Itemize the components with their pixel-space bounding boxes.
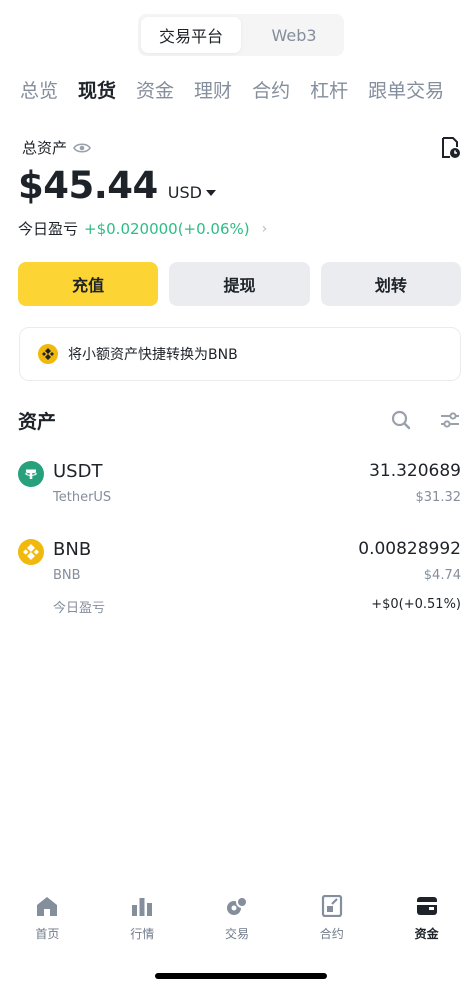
total-assets-label: 总资产 xyxy=(22,137,91,158)
currency-selector[interactable]: USD xyxy=(168,183,216,202)
tab-copy-trading[interactable]: 跟单交易 xyxy=(368,76,444,106)
asset-usd-value: $4.74 xyxy=(423,568,461,583)
promo-text: 将小额资产快捷转换为BNB xyxy=(68,347,238,363)
asset-amount: 31.320689 xyxy=(369,461,461,481)
tab-spot[interactable]: 现货 xyxy=(78,76,116,106)
segment-web3[interactable]: Web3 xyxy=(244,14,344,56)
markets-icon xyxy=(132,898,153,916)
asset-pnl-label: 今日盈亏 xyxy=(53,601,106,616)
asset-usd-value: $31.32 xyxy=(415,490,462,505)
asset-name: BNB xyxy=(53,568,81,583)
tab-margin[interactable]: 杠杆 xyxy=(310,76,348,106)
action-buttons: 充值 提现 划转 xyxy=(18,262,461,306)
assets-title: 资产 xyxy=(18,411,57,433)
total-balance: $45.44 xyxy=(18,164,158,207)
asset-row-bnb[interactable]: BNB BNB 0.00828992 $4.74 今日盈亏 +$0(+0.51%… xyxy=(18,539,461,619)
home-icon xyxy=(37,897,58,916)
pnl-label: 今日盈亏 xyxy=(18,220,79,238)
wallet-tabs: 总览 现货 资金 理财 合约 杠杆 跟单交易 xyxy=(20,76,474,106)
today-pnl-row[interactable]: 今日盈亏 +$0.020000(+0.06%) › xyxy=(18,218,267,239)
chevron-right-icon: › xyxy=(261,220,268,237)
report-icon[interactable] xyxy=(441,137,461,159)
balance-row: $45.44 USD xyxy=(18,164,216,207)
deposit-button[interactable]: 充值 xyxy=(18,262,159,306)
home-indicator[interactable] xyxy=(155,973,327,979)
total-assets-text: 总资产 xyxy=(22,139,68,157)
withdraw-button[interactable]: 提现 xyxy=(169,262,310,306)
asset-amount: 0.00828992 xyxy=(358,539,461,559)
asset-name: TetherUS xyxy=(53,490,112,505)
convert-small-assets-banner[interactable]: 将小额资产快捷转换为BNB xyxy=(19,327,461,381)
tab-futures[interactable]: 合约 xyxy=(252,76,290,106)
platform-switch: 交易平台 Web3 xyxy=(138,14,344,56)
nav-home-label: 首页 xyxy=(35,927,60,941)
trade-icon xyxy=(226,896,248,915)
nav-futures[interactable]: 合约 xyxy=(284,895,379,955)
nav-trade[interactable]: 交易 xyxy=(190,895,285,955)
nav-trade-label: 交易 xyxy=(224,927,249,941)
currency-label: USD xyxy=(167,183,202,202)
nav-wallet[interactable]: 资金 xyxy=(379,895,474,955)
bottom-nav: 首页 行情 交易 合约 资金 xyxy=(0,895,474,955)
tab-overview[interactable]: 总览 xyxy=(20,76,58,106)
asset-row-usdt[interactable]: USDT TetherUS 31.320689 $31.32 xyxy=(18,461,461,511)
asset-symbol: BNB xyxy=(53,539,92,560)
nav-wallet-label: 资金 xyxy=(414,927,439,941)
wallet-icon xyxy=(416,897,437,915)
asset-pnl-value: +$0(+0.51%) xyxy=(371,597,461,612)
search-icon[interactable] xyxy=(390,409,412,431)
nav-markets-label: 行情 xyxy=(130,927,155,941)
tab-funding[interactable]: 资金 xyxy=(136,76,174,106)
eye-icon[interactable] xyxy=(73,142,91,154)
bnb-icon xyxy=(38,344,58,364)
segment-exchange[interactable]: 交易平台 xyxy=(141,17,241,53)
tab-earn[interactable]: 理财 xyxy=(194,76,232,106)
pnl-value: +$0.020000(+0.06%) xyxy=(84,219,250,238)
bnb-icon xyxy=(18,539,44,565)
filter-icon[interactable] xyxy=(439,409,461,431)
nav-home[interactable]: 首页 xyxy=(0,895,95,955)
caret-down-icon xyxy=(205,189,216,196)
usdt-icon xyxy=(18,461,44,487)
nav-futures-label: 合约 xyxy=(319,927,344,941)
asset-symbol: USDT xyxy=(53,461,103,482)
futures-icon xyxy=(321,895,342,917)
nav-markets[interactable]: 行情 xyxy=(95,895,190,955)
transfer-button[interactable]: 划转 xyxy=(320,262,461,306)
